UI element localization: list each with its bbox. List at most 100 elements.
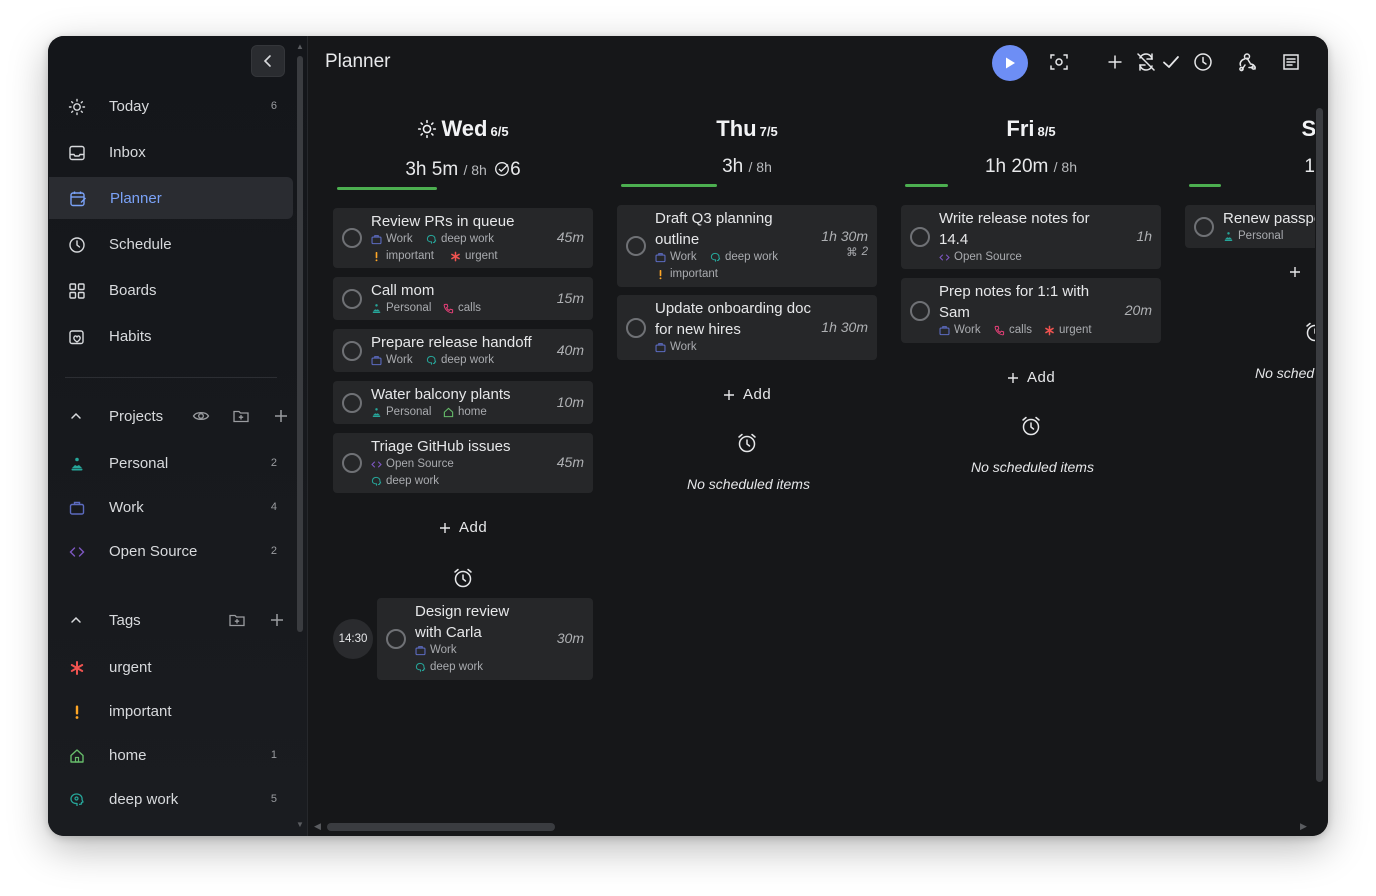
task-checkbox[interactable] xyxy=(342,289,362,309)
tag-personal[interactable]: Personal xyxy=(371,406,431,418)
nav-boards-label: Boards xyxy=(109,281,157,299)
add-task-row[interactable]: Add xyxy=(439,519,487,536)
planner-board: Wed 6/5 3h 5m / 8h 6 Review PRs in queue … xyxy=(309,36,1315,816)
scroll-left-arrow[interactable]: ◀ xyxy=(314,821,321,832)
tag-work[interactable]: Work xyxy=(415,644,457,656)
task-checkbox[interactable] xyxy=(626,318,646,338)
task-checkbox[interactable] xyxy=(910,301,930,321)
tag-open-source[interactable]: Open Source xyxy=(939,251,1022,263)
chevron-up-icon[interactable] xyxy=(70,410,82,422)
tag-work[interactable]: Work xyxy=(371,354,413,366)
task-card[interactable]: Draft Q3 planning outline 1h 30m ⌘ 2 Work… xyxy=(617,205,877,287)
nav-inbox[interactable]: Inbox xyxy=(48,131,293,173)
tag-deep-work[interactable]: deep work xyxy=(371,475,439,487)
nav-today[interactable]: Today 6 xyxy=(48,85,293,127)
task-card[interactable]: Review PRs in queue 45m Work deep work i… xyxy=(333,208,593,268)
tag-work[interactable]: Work xyxy=(371,233,413,245)
briefcase-icon xyxy=(939,325,950,335)
task-title-line1: Design review xyxy=(415,603,510,620)
add-folder-icon[interactable] xyxy=(228,611,246,629)
add-folder-icon[interactable] xyxy=(232,407,250,425)
tag-important[interactable]: important xyxy=(48,690,293,732)
tag-deep-work[interactable]: deep work xyxy=(415,661,483,673)
sidebar-scrollbar[interactable] xyxy=(297,56,303,632)
tag-home[interactable]: home 1 xyxy=(48,734,293,776)
task-card[interactable]: Triage GitHub issues 45m Open Source dee… xyxy=(333,433,593,493)
task-card[interactable]: Prepare release handoff 40m Work deep wo… xyxy=(333,329,593,372)
task-card[interactable]: Write release notes for 14.4 1h Open Sou… xyxy=(901,205,1161,269)
scroll-up-arrow[interactable]: ▲ xyxy=(296,42,304,51)
eye-icon[interactable] xyxy=(192,407,210,425)
task-checkbox[interactable] xyxy=(342,228,362,248)
day-date: 6/5 xyxy=(490,124,509,139)
tag-deep-work[interactable]: deep work 5 xyxy=(48,778,293,820)
tag-deep-work[interactable]: deep work xyxy=(426,233,494,245)
project-work[interactable]: Work 4 xyxy=(48,486,293,528)
tag-label: urgent xyxy=(465,250,498,262)
code-icon xyxy=(371,460,382,468)
nav-planner[interactable]: Planner xyxy=(49,177,293,219)
task-card[interactable]: Renew passpo Personal xyxy=(1185,205,1315,248)
tag-urgent[interactable]: urgent xyxy=(450,250,498,262)
task-checkbox[interactable] xyxy=(626,236,646,256)
tag-work[interactable]: Work xyxy=(655,251,697,263)
project-personal-label: Personal xyxy=(109,454,169,472)
tag-deep-work[interactable]: deep work xyxy=(710,251,778,263)
estimate-value: 1h xyxy=(1304,156,1315,177)
tag-open-source[interactable]: Open Source xyxy=(371,458,454,470)
task-card[interactable]: Call mom 15m Personal calls xyxy=(333,277,593,320)
add-task-row[interactable]: Add xyxy=(1007,369,1055,386)
add-task-row[interactable] xyxy=(1289,266,1301,278)
tag-work[interactable]: Work xyxy=(655,341,697,353)
grid-icon xyxy=(68,282,86,300)
nav-today-count: 6 xyxy=(270,100,277,112)
scroll-right-arrow[interactable]: ▶ xyxy=(1300,821,1307,832)
nav-habits[interactable]: Habits xyxy=(48,315,293,357)
project-open-source[interactable]: Open Source 2 xyxy=(48,530,293,572)
tag-urgent[interactable]: urgent xyxy=(1044,324,1092,336)
vertical-scrollbar[interactable] xyxy=(1316,108,1323,782)
tag-important[interactable]: important xyxy=(655,268,718,280)
scroll-down-arrow[interactable]: ▼ xyxy=(296,820,304,829)
home-icon xyxy=(443,407,454,417)
capacity-value: / 8h xyxy=(463,162,487,178)
task-checkbox[interactable] xyxy=(342,341,362,361)
tag-personal[interactable]: Personal xyxy=(371,302,431,314)
task-checkbox[interactable] xyxy=(910,227,930,247)
inbox-icon xyxy=(68,144,86,162)
task-title-line2: with Carla xyxy=(415,624,482,641)
nav-schedule[interactable]: Schedule xyxy=(48,223,293,265)
task-card[interactable]: Water balcony plants 10m Personal home xyxy=(333,381,593,424)
tags-header[interactable]: Tags xyxy=(48,605,293,635)
day-name: Wed xyxy=(441,116,488,141)
task-card[interactable]: Prep notes for 1:1 with Sam 20m Work cal… xyxy=(901,278,1161,343)
task-duration: 45m xyxy=(556,229,584,245)
horizontal-scrollbar[interactable] xyxy=(327,823,555,831)
chevron-up-icon[interactable] xyxy=(70,614,82,626)
task-checkbox[interactable] xyxy=(342,453,362,473)
tag-calls[interactable]: calls xyxy=(994,324,1032,336)
tag-work[interactable]: Work xyxy=(939,324,981,336)
tag-home[interactable]: home xyxy=(443,406,487,418)
task-card[interactable]: Update onboarding doc for new hires 1h 3… xyxy=(617,295,877,360)
exclamation-icon xyxy=(375,251,378,261)
task-checkbox[interactable] xyxy=(386,629,406,649)
tag-calls[interactable]: calls xyxy=(443,302,481,314)
sidebar: Today 6 Inbox Planner Schedule Boards Ha… xyxy=(48,36,308,836)
nav-boards[interactable]: Boards xyxy=(48,269,293,311)
plus-icon[interactable] xyxy=(268,611,286,629)
tag-personal[interactable]: Personal xyxy=(1223,230,1283,242)
tag-important[interactable]: important xyxy=(371,250,434,262)
task-checkbox[interactable] xyxy=(1194,217,1214,237)
project-personal[interactable]: Personal 2 xyxy=(48,442,293,484)
scheduled-task-card[interactable]: Design review with Carla 30m Work deep w… xyxy=(377,598,593,680)
tag-deep-work-label: deep work xyxy=(109,790,179,808)
collapse-sidebar-button[interactable] xyxy=(251,45,285,77)
tag-deep-work[interactable]: deep work xyxy=(426,354,494,366)
tag-urgent[interactable]: urgent xyxy=(48,646,293,688)
task-checkbox[interactable] xyxy=(342,393,362,413)
add-task-row[interactable]: Add xyxy=(723,386,771,403)
projects-header[interactable]: Projects xyxy=(48,401,293,431)
plus-icon[interactable] xyxy=(272,407,290,425)
task-title: Review PRs in queue xyxy=(371,213,515,230)
